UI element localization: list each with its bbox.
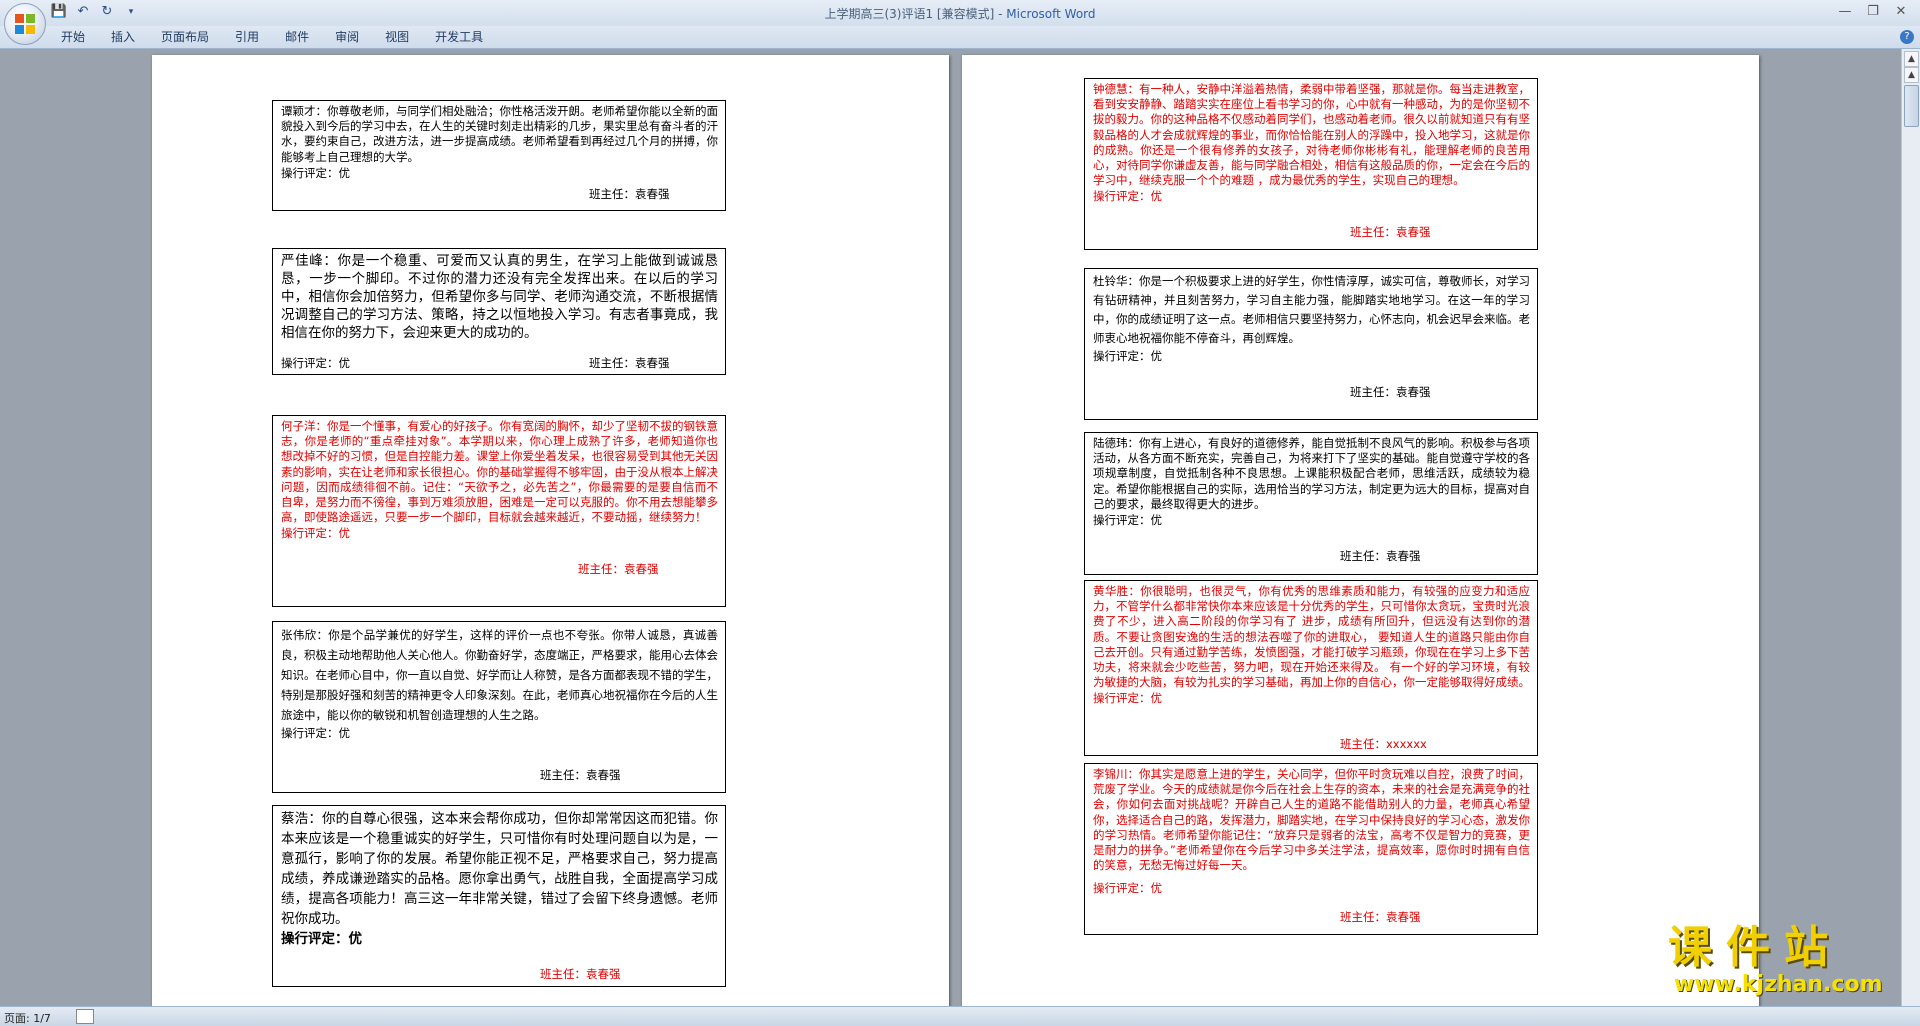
close-icon[interactable]: ✕ (1888, 2, 1914, 22)
rating-line: 操行评定：优 (281, 931, 362, 947)
rating-line: 操行评定：优 (1093, 691, 1162, 706)
comment-text: 李锦川：你其实是愿意上进的学生，关心同学，但你平时贪玩难以自控，浪费了时间，荒废… (1093, 767, 1530, 873)
minimize-icon[interactable]: — (1832, 2, 1858, 22)
tab-developer[interactable]: 开发工具 (422, 29, 496, 45)
teacher-signature: 班主任：袁春强 (540, 967, 621, 981)
comment-text: 张伟欣：你是个品学兼优的好学生，这样的评价一点也不夸张。你带人诚恳，真诚善良，积… (281, 628, 718, 722)
watermark-logo: 课件站 www.kjzhan.com (1668, 923, 1908, 1003)
comment-box-6[interactable]: 钟德慧：有一种人，安静中洋溢着热情，柔弱中带着坚强，那就是你。每当走进教室，看到… (1084, 78, 1538, 250)
comment-text: 谭颖才：你尊敬老师，与同学们相处融洽；你性格活泼开朗。老师希望你能以全新的面貌投… (281, 104, 718, 164)
help-icon[interactable]: ? (1900, 30, 1914, 44)
tab-mailings[interactable]: 邮件 (272, 29, 322, 45)
restore-icon[interactable]: ❐ (1860, 2, 1886, 22)
comment-text: 蔡浩：你的自尊心很强，这本来会帮你成功，但你却常常因这而犯错。你本来应该是一个稳… (281, 811, 718, 927)
proofing-icon[interactable] (76, 1009, 94, 1024)
comment-box-10[interactable]: 李锦川：你其实是愿意上进的学生，关心同学，但你平时贪玩难以自控，浪费了时间，荒废… (1084, 763, 1538, 935)
teacher-signature: 班主任：袁春强 (1350, 385, 1431, 399)
teacher-signature: 班主任：袁春强 (1350, 225, 1431, 239)
scroll-up-icon[interactable]: ▲ (1904, 67, 1919, 83)
watermark-url: www.kjzhan.com (1674, 972, 1883, 997)
document-title: 上学期高三(3)评语1 [兼容模式] (824, 7, 995, 21)
tab-references[interactable]: 引用 (222, 29, 272, 45)
ribbon-tabs: 开始 插入 页面布局 引用 邮件 审阅 视图 开发工具 (48, 29, 496, 45)
teacher-signature: 班主任：袁春强 (1340, 549, 1421, 563)
rating-line: 操行评定：优 (1093, 189, 1162, 204)
vertical-scrollbar[interactable]: ▲ ▲ (1901, 49, 1920, 1006)
teacher-signature: 班主任：xxxxxx (1340, 737, 1427, 751)
teacher-signature: 班主任：袁春强 (578, 562, 659, 576)
document-workspace: 谭颖才：你尊敬老师，与同学们相处融洽；你性格活泼开朗。老师希望你能以全新的面貌投… (0, 49, 1902, 1006)
page-indicator[interactable]: 页面: 1/7 (4, 1010, 51, 1026)
teacher-signature: 班主任：袁春强 (540, 768, 621, 782)
ruler-toggle-icon[interactable]: ▲ (1904, 51, 1919, 67)
ribbon: 开始 插入 页面布局 引用 邮件 审阅 视图 开发工具 ? (0, 26, 1920, 49)
status-bar: 页面: 1/7 (0, 1006, 1920, 1026)
rating-line: 操行评定：优 (281, 165, 350, 180)
tab-view[interactable]: 视图 (372, 29, 422, 45)
comment-text: 钟德慧：有一种人，安静中洋溢着热情，柔弱中带着坚强，那就是你。每当走进教室，看到… (1093, 82, 1530, 188)
comment-box-8[interactable]: 陆德玮：你有上进心，有良好的道德修养，能自觉抵制不良风气的影响。积极参与各项活动… (1084, 432, 1538, 575)
window-title: 上学期高三(3)评语1 [兼容模式] - Microsoft Word (0, 5, 1920, 22)
tab-home[interactable]: 开始 (48, 29, 98, 45)
comment-box-4[interactable]: 张伟欣：你是个品学兼优的好学生，这样的评价一点也不夸张。你带人诚恳，真诚善良，积… (272, 621, 726, 793)
teacher-signature: 班主任：袁春强 (589, 356, 670, 370)
comment-box-3[interactable]: 何子洋：你是一个懂事，有爱心的好孩子。你有宽阔的胸怀，却少了坚韧不拔的钢铁意志，… (272, 415, 726, 607)
tab-page-layout[interactable]: 页面布局 (148, 29, 222, 45)
comment-box-5[interactable]: 蔡浩：你的自尊心很强，这本来会帮你成功，但你却常常因这而犯错。你本来应该是一个稳… (272, 805, 726, 987)
rating-line: 操行评定：优 (281, 526, 350, 541)
tab-insert[interactable]: 插入 (98, 29, 148, 45)
window-controls: — ❐ ✕ (1832, 2, 1914, 22)
office-button[interactable] (4, 3, 46, 45)
comment-text: 陆德玮：你有上进心，有良好的道德修养，能自觉抵制不良风气的影响。积极参与各项活动… (1093, 436, 1530, 511)
teacher-signature: 班主任：袁春强 (1340, 910, 1421, 924)
comment-box-2[interactable]: 严佳峰：你是一个稳重、可爱而又认真的男生，在学习上能做到诚诚恳恳，一步一个脚印。… (272, 248, 726, 375)
app-name: Microsoft Word (1006, 7, 1096, 21)
rating-line: 操行评定：优 (1093, 349, 1162, 363)
tab-review[interactable]: 审阅 (322, 29, 372, 45)
rating-line: 操行评定：优 (1093, 513, 1162, 528)
rating-line: 操行评定：优 (281, 726, 350, 740)
comment-box-1[interactable]: 谭颖才：你尊敬老师，与同学们相处融洽；你性格活泼开朗。老师希望你能以全新的面貌投… (272, 100, 726, 211)
document-page-left: 谭颖才：你尊敬老师，与同学们相处融洽；你性格活泼开朗。老师希望你能以全新的面貌投… (152, 55, 949, 1006)
comment-box-9[interactable]: 黄华胜：你很聪明，也很灵气，你有优秀的思维素质和能力，有较强的应变力和适应力，不… (1084, 580, 1538, 756)
comment-text: 何子洋：你是一个懂事，有爱心的好孩子。你有宽阔的胸怀，却少了坚韧不拔的钢铁意志，… (281, 419, 718, 525)
rating-line: 操行评定：优 (1093, 881, 1162, 896)
title-separator: - (994, 7, 1007, 21)
scroll-thumb[interactable] (1904, 85, 1919, 127)
comment-box-7[interactable]: 杜铃华：你是一个积极要求上进的好学生，你性情淳厚，诚实可信，尊敬师长，对学习有钻… (1084, 268, 1538, 420)
comment-text: 严佳峰：你是一个稳重、可爱而又认真的男生，在学习上能做到诚诚恳恳，一步一个脚印。… (281, 253, 718, 341)
teacher-signature: 班主任：袁春强 (589, 187, 670, 201)
title-bar: 💾 ↶ ↻ ▾ 上学期高三(3)评语1 [兼容模式] - Microsoft W… (0, 0, 1920, 27)
comment-text: 黄华胜：你很聪明，也很灵气，你有优秀的思维素质和能力，有较强的应变力和适应力，不… (1093, 584, 1530, 690)
document-page-right: 钟德慧：有一种人，安静中洋溢着热情，柔弱中带着坚强，那就是你。每当走进教室，看到… (962, 55, 1759, 1006)
comment-text: 杜铃华：你是一个积极要求上进的好学生，你性情淳厚，诚实可信，尊敬师长，对学习有钻… (1093, 274, 1530, 345)
office-button-icon (15, 14, 35, 34)
watermark-title: 课件站 (1668, 922, 1842, 973)
